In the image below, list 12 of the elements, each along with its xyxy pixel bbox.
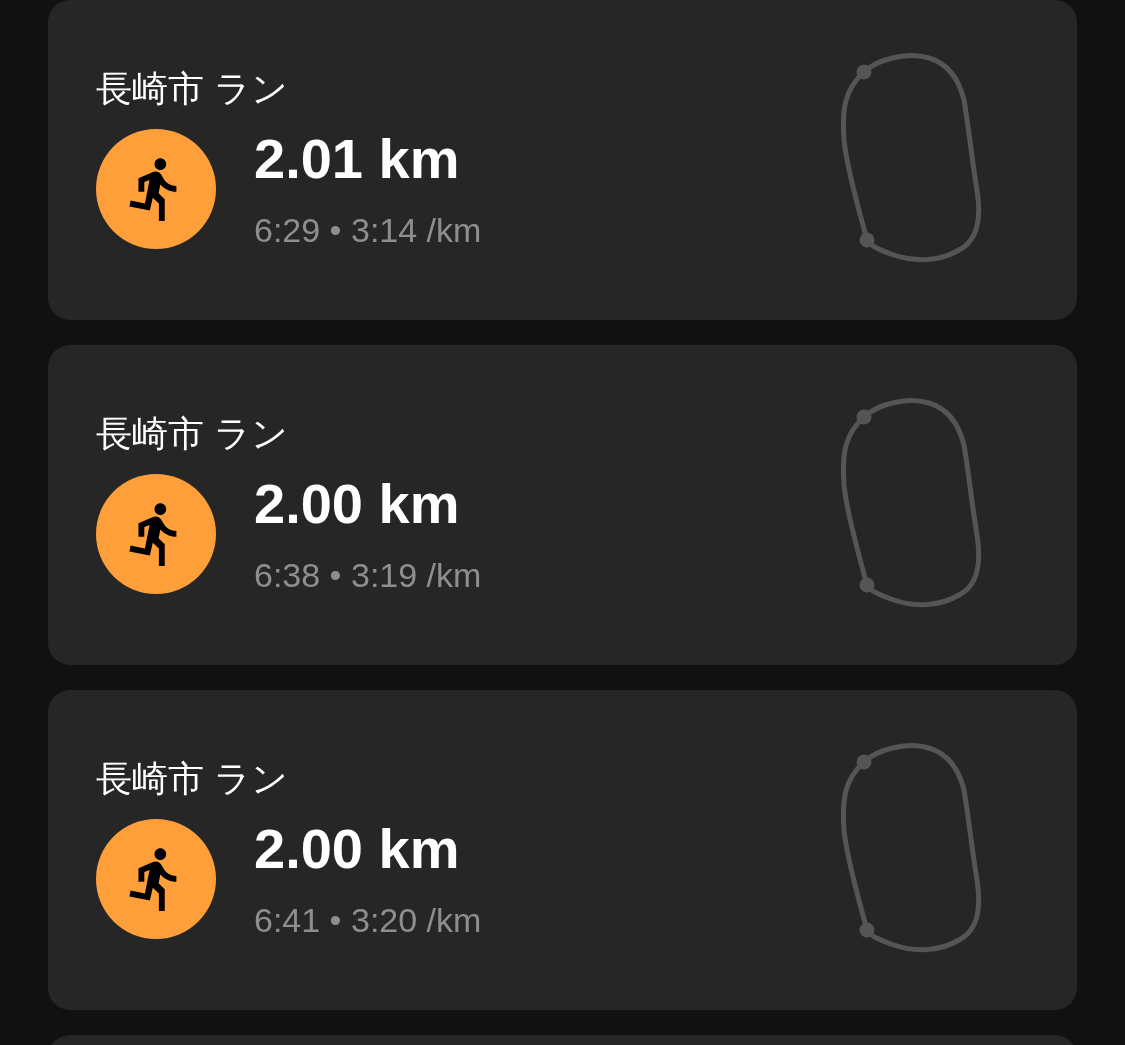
- activity-title: 長崎市 ラン: [96, 71, 288, 107]
- distance-text: 2.00 km: [254, 476, 461, 532]
- activity-card[interactable]: 長崎市 ラン 2.01 km 6:29 • 3:14 /km: [48, 0, 1077, 320]
- activity-card[interactable]: 長崎市 ラン 2.00 km 6:38 • 3:19 /km: [48, 345, 1077, 665]
- time-pace-text: 6:38 • 3:19 /km: [254, 558, 482, 592]
- activity-card[interactable]: 長崎市 ラン 2.00 km 6:41 • 3:20 /km: [48, 690, 1077, 1010]
- distance-text: 2.00 km: [254, 821, 461, 877]
- time-pace-text: 6:29 • 3:14 /km: [254, 213, 482, 247]
- time-pace-text: 6:41 • 3:20 /km: [254, 903, 482, 937]
- activity-title: 長崎市 ラン: [96, 416, 288, 452]
- activity-title: 長崎市 ラン: [96, 761, 288, 797]
- distance-text: 2.01 km: [254, 131, 461, 187]
